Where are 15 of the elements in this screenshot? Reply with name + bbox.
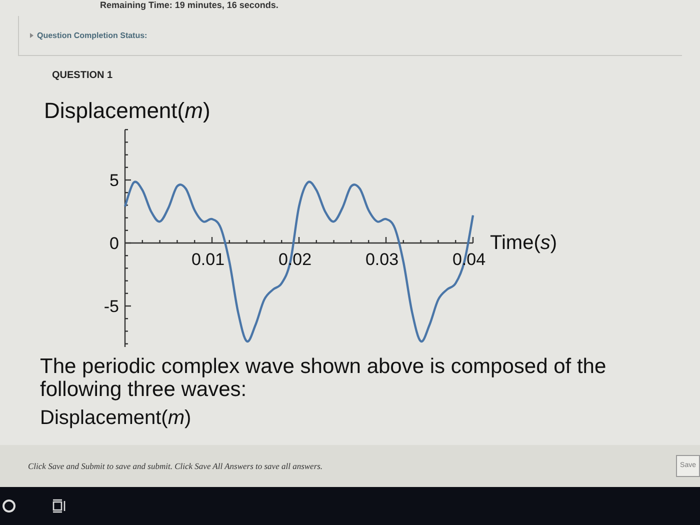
x-tick-label: 0.01 (191, 250, 225, 269)
question-text: The periodic complex wave shown above is composed of the following three waves: (40, 355, 608, 401)
completion-status-toggle[interactable]: Question Completion Status: (29, 30, 148, 42)
remaining-time: Remaining Time: 19 minutes, 16 seconds. (100, 1, 278, 10)
circle-icon[interactable] (2, 499, 16, 513)
question-number: QUESTION 1 (52, 70, 113, 81)
y-tick-label: 0 (110, 234, 119, 253)
y-tick-label: 5 (110, 171, 119, 190)
x-axis-label: Time(s) (490, 231, 558, 256)
y-tick-label: -5 (104, 297, 119, 316)
question-subtitle: Displacement(m) (40, 407, 192, 429)
task-view-icon[interactable] (52, 499, 66, 513)
x-tick-label: 0.03 (365, 250, 399, 269)
question-title: Displacement(m) (44, 98, 210, 123)
save-instruction: Click Save and Submit to save and submit. Click Save All Answers to save all answers. (28, 460, 323, 472)
